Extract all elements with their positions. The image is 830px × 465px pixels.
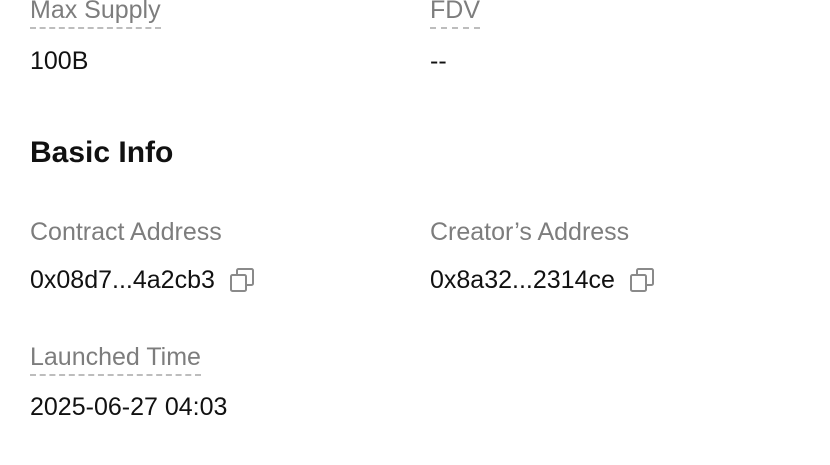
contract-address-value: 0x08d7...4a2cb3 (30, 265, 215, 294)
launched-time-value: 2025-06-27 04:03 (30, 393, 228, 421)
copy-icon[interactable] (627, 265, 657, 295)
creator-address-label: Creator’s Address (430, 218, 630, 246)
fdv-label[interactable]: FDV (430, 0, 480, 29)
basic-info-title: Basic Info (30, 136, 174, 169)
creator-address-value: 0x8a32...2314ce (430, 265, 615, 294)
max-supply-label[interactable]: Max Supply (30, 0, 161, 29)
contract-address-label: Contract Address (30, 218, 222, 246)
copy-icon[interactable] (227, 265, 257, 295)
creator-address-row: 0x8a32...2314ce (430, 265, 657, 295)
launched-time-label[interactable]: Launched Time (30, 345, 201, 376)
contract-address-row: 0x08d7...4a2cb3 (30, 265, 257, 295)
max-supply-value: 100B (30, 47, 89, 75)
token-info-panel: Max Supply 100B FDV -- Basic Info Contra… (0, 0, 830, 465)
fdv-value: -- (430, 47, 447, 75)
